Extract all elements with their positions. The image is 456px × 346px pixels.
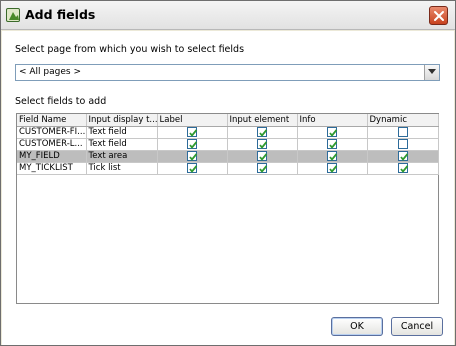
page-select[interactable]: < All pages > (15, 64, 440, 81)
info-cell (297, 138, 368, 151)
label-cell (157, 138, 228, 151)
dynamic-cell (367, 138, 439, 151)
info-checkbox[interactable] (327, 126, 338, 137)
dynamic-cell (367, 150, 439, 163)
chevron-down-icon (428, 69, 436, 74)
column-header-input-element[interactable]: Input element (227, 114, 298, 127)
checkmark-icon (259, 165, 268, 173)
input-element-checkbox[interactable] (257, 162, 268, 173)
info-checkbox[interactable] (327, 138, 338, 149)
fields-table: Field Name Input display t... Label Inpu… (16, 113, 439, 304)
add-fields-dialog: Add fields Select page from which you wi… (0, 0, 456, 346)
dynamic-checkbox[interactable] (397, 126, 408, 137)
column-header-input-display[interactable]: Input display t... (86, 114, 158, 127)
label-cell (157, 162, 228, 175)
checkmark-icon (399, 165, 408, 173)
input-element-cell (227, 162, 298, 175)
close-button[interactable] (429, 6, 448, 25)
checkmark-icon (399, 153, 408, 161)
dynamic-checkbox[interactable] (397, 138, 408, 149)
dialog-content: Select page from which you wish to selec… (2, 31, 454, 345)
field-name-cell: CUSTOMER-L... (17, 138, 87, 151)
checkmark-icon (189, 141, 198, 149)
column-header-dynamic[interactable]: Dynamic (367, 114, 439, 127)
checkmark-icon (329, 129, 338, 137)
input-element-cell (227, 138, 298, 151)
input-display-cell: Text field (86, 126, 158, 139)
info-checkbox[interactable] (327, 150, 338, 161)
info-checkbox[interactable] (327, 162, 338, 173)
title-bar[interactable]: Add fields (1, 1, 455, 30)
input-element-checkbox[interactable] (257, 150, 268, 161)
field-name-cell: MY_TICKLIST (17, 162, 87, 175)
checkmark-icon (259, 153, 268, 161)
window-title: Add fields (25, 7, 96, 22)
page-select-value: < All pages > (19, 67, 81, 77)
input-element-checkbox[interactable] (257, 138, 268, 149)
label-checkbox[interactable] (187, 126, 198, 137)
info-cell (297, 126, 368, 139)
input-display-cell: Text area (86, 150, 158, 163)
label-checkbox[interactable] (187, 162, 198, 173)
info-cell (297, 150, 368, 163)
checkmark-icon (329, 141, 338, 149)
page-select-label: Select page from which you wish to selec… (15, 44, 245, 55)
label-cell (157, 150, 228, 163)
dynamic-cell (367, 162, 439, 175)
table-row[interactable]: CUSTOMER-FI... Text field (17, 126, 439, 139)
ok-button[interactable]: OK (331, 317, 383, 336)
input-element-cell (227, 150, 298, 163)
column-header-field-name[interactable]: Field Name (17, 114, 87, 127)
checkmark-icon (189, 153, 198, 161)
input-element-cell (227, 126, 298, 139)
checkmark-icon (259, 129, 268, 137)
close-icon (434, 11, 444, 21)
dynamic-checkbox[interactable] (397, 162, 408, 173)
checkmark-icon (189, 165, 198, 173)
app-icon (6, 8, 20, 22)
fields-label: Select fields to add (15, 96, 107, 107)
checkmark-icon (329, 165, 338, 173)
input-display-cell: Tick list (86, 162, 158, 175)
column-header-info[interactable]: Info (297, 114, 368, 127)
field-name-cell: CUSTOMER-FI... (17, 126, 87, 139)
cancel-button[interactable]: Cancel (391, 317, 443, 336)
table-row[interactable]: MY_TICKLIST Tick list (17, 162, 439, 175)
table-row[interactable]: MY_FIELD Text area (17, 150, 439, 163)
table-header: Field Name Input display t... Label Inpu… (17, 114, 439, 127)
label-checkbox[interactable] (187, 150, 198, 161)
checkmark-icon (329, 153, 338, 161)
input-element-checkbox[interactable] (257, 126, 268, 137)
checkmark-icon (259, 141, 268, 149)
label-checkbox[interactable] (187, 138, 198, 149)
dynamic-checkbox[interactable] (397, 150, 408, 161)
dropdown-button[interactable] (424, 65, 439, 80)
column-header-label[interactable]: Label (157, 114, 228, 127)
label-cell (157, 126, 228, 139)
checkmark-icon (189, 129, 198, 137)
dynamic-cell (367, 126, 439, 139)
table-row[interactable]: CUSTOMER-L... Text field (17, 138, 439, 151)
field-name-cell: MY_FIELD (17, 150, 87, 163)
input-display-cell: Text field (86, 138, 158, 151)
info-cell (297, 162, 368, 175)
